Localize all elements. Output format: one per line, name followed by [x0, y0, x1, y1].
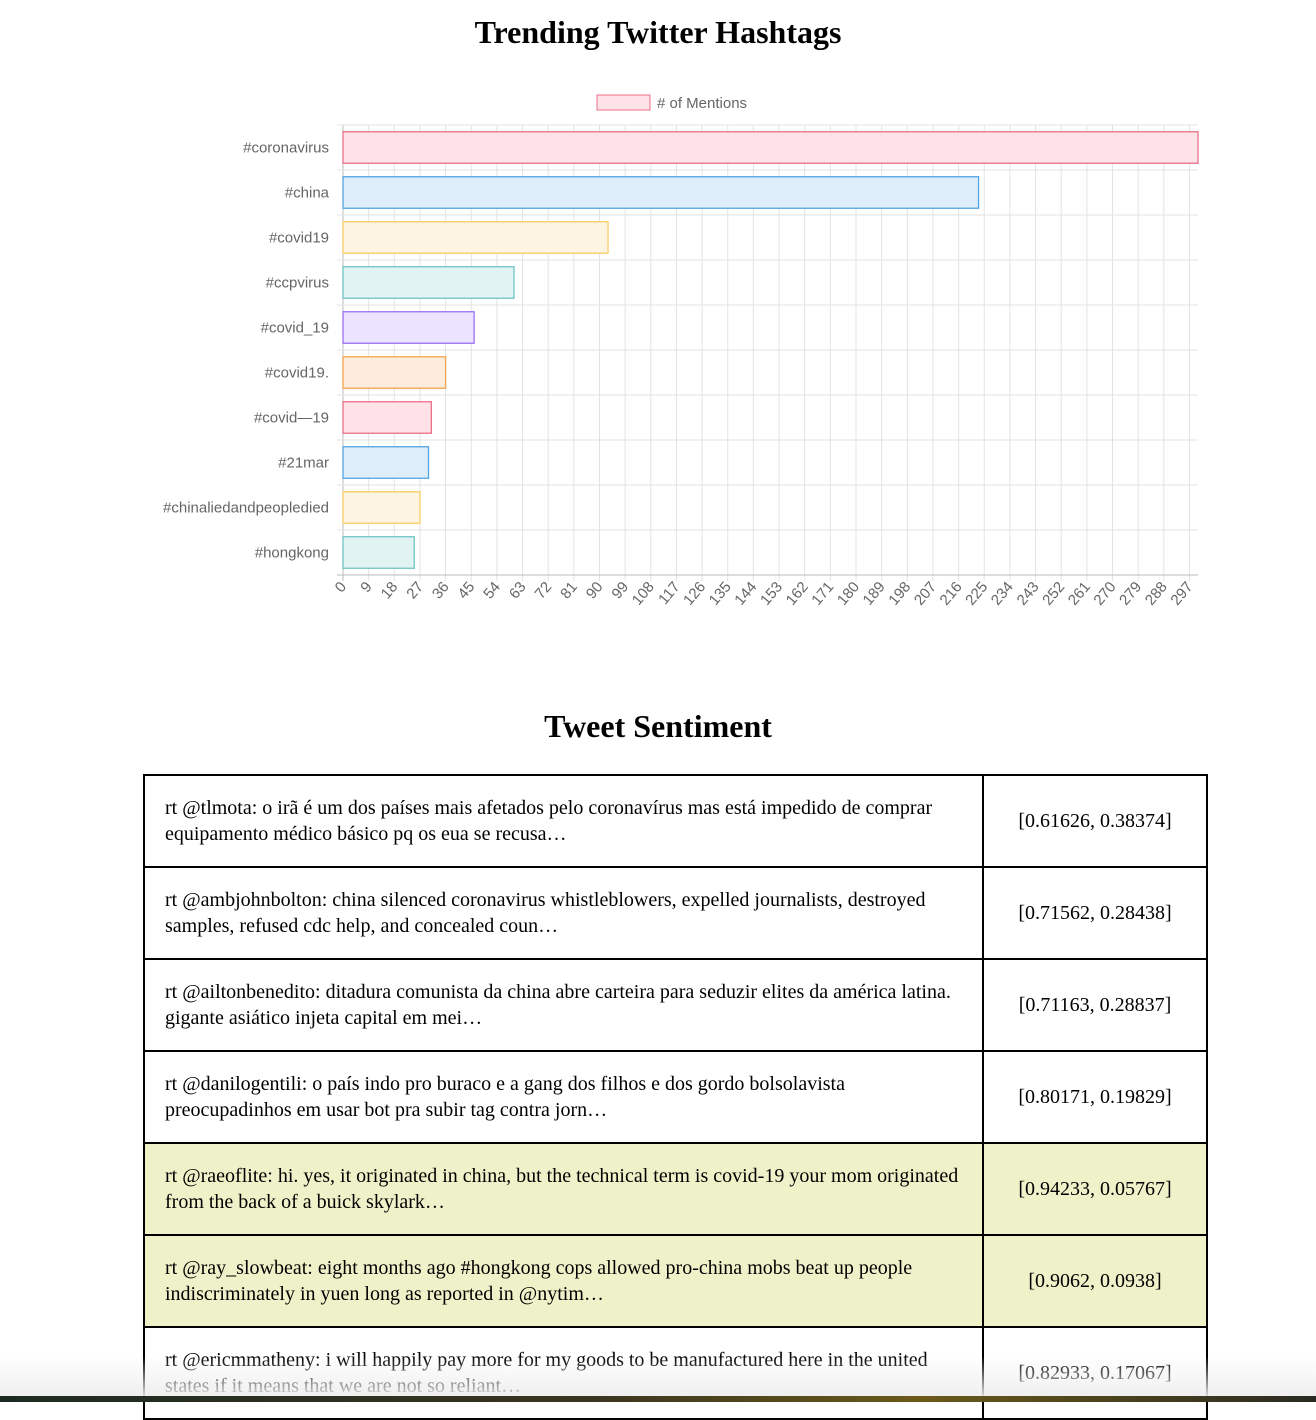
sentiment-score: [0.71562, 0.28438] [982, 866, 1208, 960]
bar-covid19[interactable] [342, 221, 609, 254]
dock-strip [0, 1396, 1316, 1402]
x-tick-label: 279 [1116, 579, 1145, 609]
legend-label: # of Mentions [657, 95, 747, 112]
sentiment-table-body: rt @tlmota: o irã é um dos países mais a… [143, 774, 1208, 1420]
x-tick-label: 0 [332, 579, 350, 596]
tweet-text: rt @ambjohnbolton: china silenced corona… [143, 866, 984, 960]
category-label: #covid19 [269, 230, 329, 247]
x-tick-label: 216 [937, 579, 966, 609]
sentiment-score: [0.61626, 0.38374] [982, 774, 1208, 868]
x-tick-label: 81 [557, 579, 581, 603]
category-label: #hongkong [255, 545, 329, 562]
tweet-text: rt @danilogentili: o país indo pro burac… [143, 1050, 984, 1144]
bar-chinaliedandpeopledied[interactable] [342, 491, 421, 524]
x-tick-label: 297 [1167, 579, 1196, 609]
bar-hongkong[interactable] [342, 536, 415, 569]
sentiment-row: rt @raeoflite: hi. yes, it originated in… [143, 1142, 1208, 1236]
x-tick-label: 54 [480, 579, 504, 603]
bar-covid19[interactable] [342, 311, 475, 344]
sentiment-score: [0.94233, 0.05767] [982, 1142, 1208, 1236]
sentiment-row: rt @ray_slowbeat: eight months ago #hong… [143, 1234, 1208, 1328]
x-tick-label: 18 [378, 579, 402, 603]
x-tick-label: 36 [429, 579, 453, 603]
chart-title: Trending Twitter Hashtags [474, 14, 842, 50]
bar-covid19[interactable] [342, 401, 432, 434]
x-tick-label: 27 [403, 579, 427, 603]
x-tick-label: 162 [783, 579, 812, 609]
legend-swatch [596, 94, 651, 111]
bar-covid19[interactable] [342, 356, 447, 389]
category-label: #covid19. [265, 365, 329, 382]
bar-ccpvirus[interactable] [342, 266, 515, 299]
sentiment-table: rt @tlmota: o irã é um dos países mais a… [143, 774, 1208, 1420]
x-tick-label: 72 [532, 579, 556, 603]
sentiment-row: rt @ailtonbenedito: ditadura comunista d… [143, 958, 1208, 1052]
bottom-fade [0, 1356, 1316, 1396]
sentiment-row: rt @ambjohnbolton: china silenced corona… [143, 866, 1208, 960]
category-label: #china [285, 185, 330, 202]
x-tick-label: 270 [1090, 579, 1119, 609]
x-tick-label: 180 [834, 579, 863, 609]
x-tick-label: 171 [808, 579, 837, 609]
hashtag-bar-chart: # of Mentions #coronavirus #china #covid19… [163, 94, 1199, 609]
sentiment-score: [0.80171, 0.19829] [982, 1050, 1208, 1144]
x-tick-label: 117 [655, 579, 683, 608]
y-axis-labels: #coronavirus #china #covid19 #ccpvirus #covi… [163, 140, 330, 562]
x-tick-label: 252 [1039, 579, 1068, 609]
x-tick-label: 225 [962, 579, 991, 609]
sentiment-score: [0.9062, 0.0938] [982, 1234, 1208, 1328]
x-tick-label: 108 [629, 579, 658, 609]
bar-coronavirus[interactable] [342, 131, 1199, 164]
x-tick-label: 135 [706, 579, 735, 609]
bar-21mar[interactable] [342, 446, 430, 479]
x-tick-label: 144 [731, 579, 760, 609]
sentiment-title: Tweet Sentiment [544, 708, 772, 744]
category-label: #covid—19 [254, 410, 329, 427]
category-label: #chinaliedandpeopledied [163, 500, 329, 517]
category-label: #covid_19 [261, 320, 329, 337]
x-tick-label: 288 [1142, 579, 1171, 609]
chart-legend[interactable]: # of Mentions [596, 94, 747, 112]
x-tick-label: 243 [1014, 579, 1043, 609]
tweet-text: rt @ailtonbenedito: ditadura comunista d… [143, 958, 984, 1052]
sentiment-row: rt @danilogentili: o país indo pro burac… [143, 1050, 1208, 1144]
x-tick-label: 126 [680, 579, 709, 609]
category-label: #21mar [278, 455, 329, 472]
bar-china[interactable] [342, 176, 980, 209]
sentiment-row: rt @tlmota: o irã é um dos países mais a… [143, 774, 1208, 868]
x-tick-label: 189 [860, 579, 889, 609]
category-label: #coronavirus [243, 140, 329, 157]
x-tick-label: 45 [455, 579, 479, 603]
x-tick-label: 198 [885, 579, 914, 609]
x-tick-label: 261 [1065, 579, 1094, 609]
tweet-text: rt @raeoflite: hi. yes, it originated in… [143, 1142, 984, 1236]
tweet-text: rt @tlmota: o irã é um dos países mais a… [143, 774, 984, 868]
x-tick-label: 90 [583, 579, 607, 603]
tweet-text: rt @ray_slowbeat: eight months ago #hong… [143, 1234, 984, 1328]
x-tick-label: 234 [988, 579, 1017, 609]
x-tick-label: 153 [757, 579, 786, 609]
x-tick-label: 207 [911, 579, 940, 609]
x-tick-label: 9 [357, 579, 375, 596]
x-tick-label: 63 [506, 579, 530, 603]
x-axis-labels: 0 9 18 27 36 45 54 63 72 81 90 99108117126135144153… [332, 579, 1197, 609]
sentiment-score: [0.71163, 0.28837] [982, 958, 1208, 1052]
category-label: #ccpvirus [266, 275, 329, 292]
